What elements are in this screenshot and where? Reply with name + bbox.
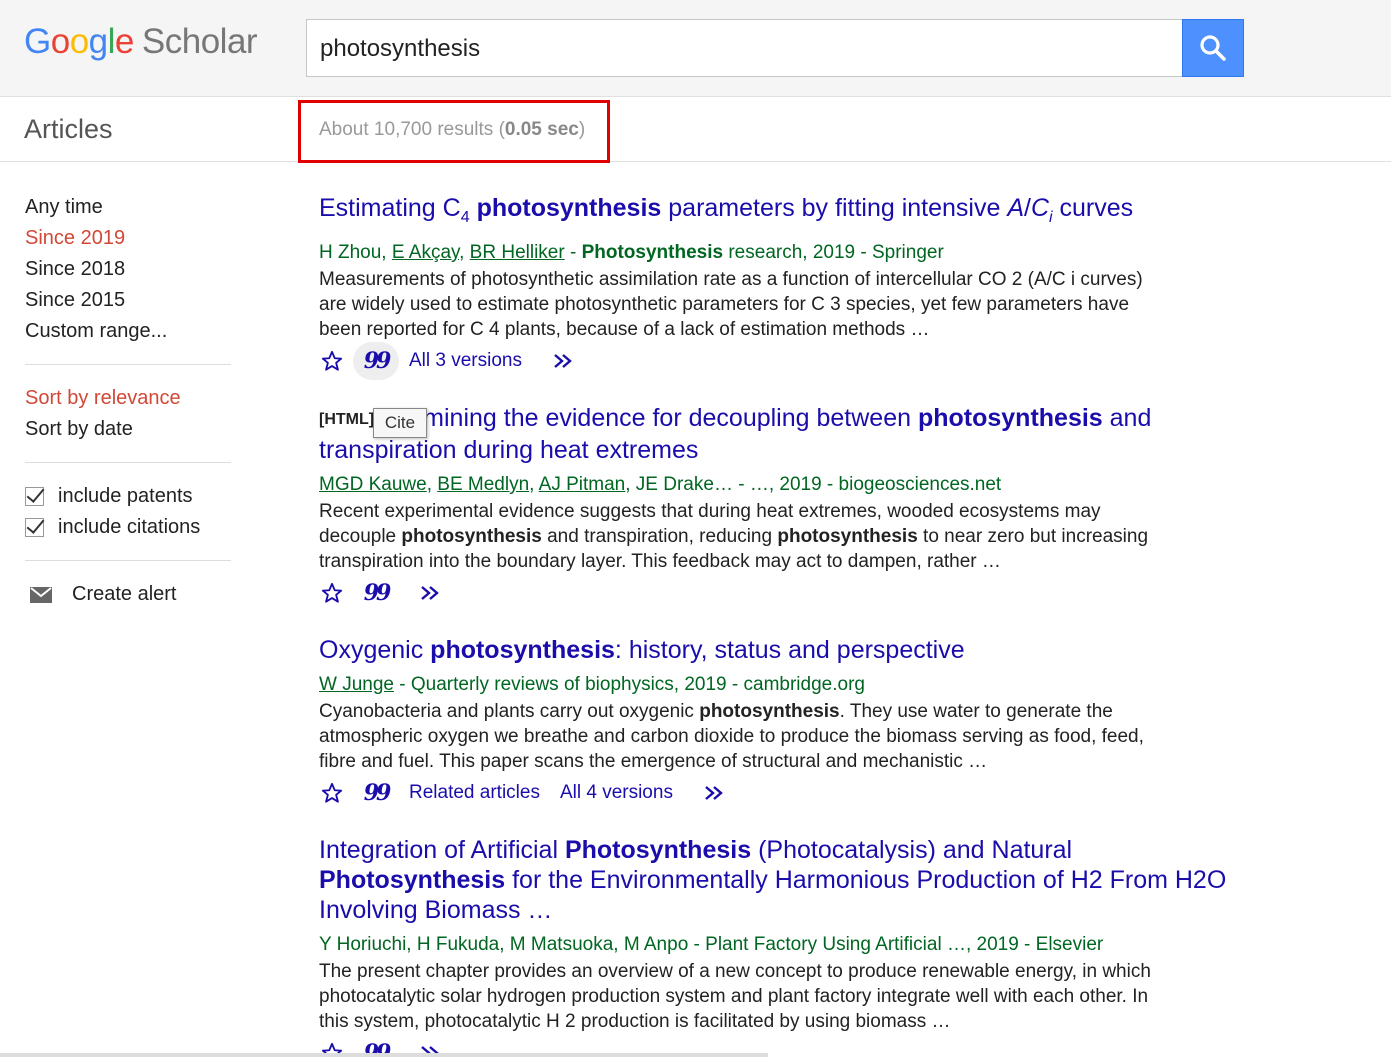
result-meta: Y Horiuchi, H Fukuda, M Matsuoka, M Anpo… — [319, 934, 1104, 955]
divider — [25, 364, 231, 365]
save-button[interactable] — [319, 344, 345, 378]
sub-header: Articles About 10,700 results (0.05 sec) — [0, 97, 1391, 163]
google-scholar-logo[interactable]: Google Scholar — [24, 22, 258, 62]
star-icon — [321, 350, 343, 371]
result-meta: MGD Kauwe, BE Medlyn, AJ Pitman, JE Drak… — [319, 474, 1002, 495]
result-snippet: Cyanobacteria and plants carry out oxyge… — [319, 701, 1144, 772]
search-input[interactable]: photosynthesis — [306, 19, 1183, 77]
result-title-link[interactable]: Estimating C4 photosynthesis parameters … — [319, 193, 1229, 233]
result-snippet: Measurements of photosynthetic assimilat… — [319, 269, 1143, 340]
author-link[interactable]: E Akçay — [392, 242, 459, 263]
header-bar: Google Scholar photosynthesis — [0, 0, 1391, 97]
results-list: Estimating C4 photosynthesis parameters … — [319, 193, 1229, 1057]
filter-since-2019[interactable]: Since 2019 — [25, 223, 231, 254]
more-button[interactable] — [552, 344, 578, 378]
all-versions-link[interactable]: All 3 versions — [409, 344, 522, 378]
double-chevron-icon — [554, 354, 572, 368]
result-item: Oxygenic photosynthesis: history, status… — [319, 635, 1229, 810]
author-link[interactable]: MGD Kauwe — [319, 474, 427, 495]
include-patents-checkbox[interactable]: include patents — [25, 481, 231, 512]
html-tag[interactable]: [HTML] — [319, 411, 374, 428]
cite-button[interactable]: 99 — [353, 342, 399, 380]
star-icon — [321, 582, 343, 603]
divider — [25, 560, 231, 561]
quote-icon: 99 — [363, 348, 392, 374]
horizontal-scrollbar[interactable] — [0, 1053, 768, 1057]
quote-icon: 99 — [363, 580, 392, 606]
sort-by-relevance[interactable]: Sort by relevance — [25, 383, 231, 414]
checkbox-checked-icon[interactable] — [25, 487, 44, 506]
envelope-icon — [30, 586, 52, 603]
more-button[interactable] — [703, 776, 729, 810]
sort-by-date[interactable]: Sort by date — [25, 414, 231, 445]
result-item: Estimating C4 photosynthesis parameters … — [319, 193, 1229, 380]
result-title-link[interactable]: [HTML] Examining the evidence for decoupl… — [319, 403, 1229, 465]
filter-any-time[interactable]: Any time — [25, 192, 231, 223]
filter-since-2018[interactable]: Since 2018 — [25, 254, 231, 285]
result-title-link[interactable]: Oxygenic photosynthesis: history, status… — [319, 635, 1229, 665]
result-meta: H Zhou, E Akçay, BR Helliker - Photosynt… — [319, 242, 944, 263]
divider — [25, 462, 231, 463]
result-snippet: Recent experimental evidence suggests th… — [319, 501, 1149, 572]
create-alert-button[interactable]: Create alert — [30, 579, 231, 610]
logo-product-name: Scholar — [141, 22, 258, 61]
related-articles-link[interactable]: Related articles — [409, 776, 540, 810]
search-icon — [1200, 35, 1226, 61]
search-button[interactable] — [1182, 19, 1244, 77]
more-button[interactable] — [419, 576, 445, 610]
checkbox-checked-icon[interactable] — [25, 518, 44, 537]
cite-button[interactable]: 99 — [353, 574, 399, 612]
include-citations-checkbox[interactable]: include citations — [25, 512, 231, 543]
save-button[interactable] — [319, 776, 345, 810]
result-item: Integration of Artificial Photosynthesis… — [319, 835, 1229, 1057]
cite-tooltip: Cite — [373, 408, 427, 438]
double-chevron-icon — [705, 786, 723, 800]
filter-since-2015[interactable]: Since 2015 — [25, 285, 231, 316]
filter-custom-range[interactable]: Custom range... — [25, 316, 231, 347]
author-link[interactable]: BE Medlyn — [437, 474, 529, 495]
double-chevron-icon — [421, 586, 439, 600]
result-actions: 99 — [319, 576, 1229, 610]
quote-icon: 99 — [363, 780, 392, 806]
all-versions-link[interactable]: All 4 versions — [560, 776, 673, 810]
save-button[interactable] — [319, 576, 345, 610]
author-link[interactable]: AJ Pitman — [539, 474, 626, 495]
result-item: [HTML] Examining the evidence for decoupl… — [319, 403, 1229, 610]
author-link[interactable]: W Junge — [319, 674, 394, 695]
section-label-articles[interactable]: Articles — [24, 114, 113, 145]
author-link[interactable]: BR Helliker — [470, 242, 565, 263]
result-actions: 99 Related articles All 4 versions — [319, 776, 1229, 810]
result-meta: W Junge - Quarterly reviews of biophysic… — [319, 674, 865, 695]
sidebar: Any time Since 2019 Since 2018 Since 201… — [25, 192, 231, 610]
result-actions: 99 All 3 versions — [319, 342, 1229, 380]
result-title-link[interactable]: Integration of Artificial Photosynthesis… — [319, 835, 1229, 925]
results-count: About 10,700 results (0.05 sec) — [298, 100, 610, 163]
cite-button[interactable]: 99 — [353, 774, 399, 812]
result-snippet: The present chapter provides an overview… — [319, 961, 1151, 1032]
star-icon — [321, 782, 343, 803]
